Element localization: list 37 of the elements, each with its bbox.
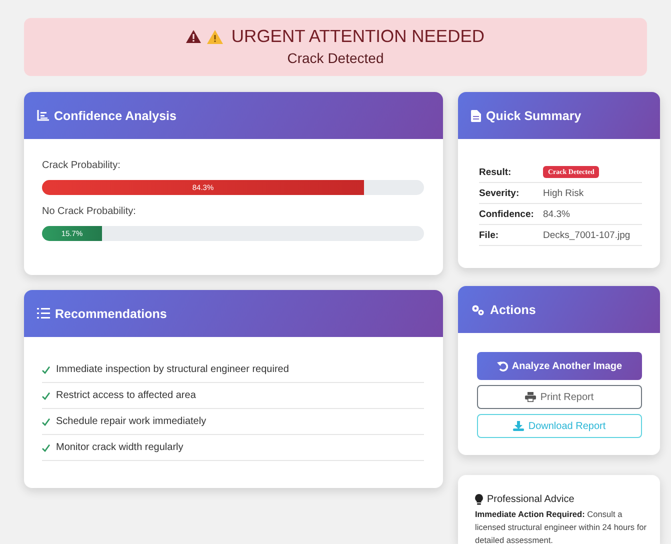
gears-icon — [471, 304, 485, 316]
warning-icon — [207, 30, 224, 44]
advice-title: Professional Advice — [487, 494, 574, 505]
recommendation-text: Schedule repair work immediately — [56, 416, 206, 427]
card-title: Recommendations — [55, 306, 167, 320]
advice-text: Immediate Action Required: Consult a licensed structural engineer within 24 hours for detailed assessment. — [475, 508, 647, 544]
analyze-button[interactable]: Analyze Another Image — [477, 352, 642, 380]
summary-value: Decks_7001-107.jpg — [543, 230, 630, 240]
check-icon — [42, 418, 50, 426]
recommendation-text: Monitor crack width regularly — [56, 442, 184, 453]
card-title: Confidence Analysis — [54, 108, 176, 122]
summary-label: Severity: — [479, 188, 520, 198]
chart-icon — [37, 110, 49, 121]
card-title: Actions — [490, 302, 536, 316]
summary-label: Result: — [479, 166, 512, 178]
warning-icon — [186, 30, 202, 43]
print-button[interactable]: Print Report — [477, 385, 642, 409]
alert-title: URGENT ATTENTION NEEDED — [231, 26, 485, 47]
check-icon — [42, 392, 50, 400]
check-icon — [42, 366, 50, 374]
summary-label: Confidence: — [479, 208, 535, 220]
summary-label: File: — [479, 230, 500, 240]
undo-icon — [496, 360, 508, 372]
summary-value: High Risk — [543, 188, 584, 198]
summary-value: 84.3% — [543, 208, 570, 220]
bar-label: Crack Probability: — [42, 160, 122, 171]
document-icon — [471, 110, 481, 122]
download-icon — [513, 421, 524, 431]
printer-icon — [525, 392, 536, 402]
card-title: Quick Summary — [486, 108, 582, 122]
recommendation-text: Immediate inspection by structural engineer required — [56, 364, 289, 375]
recommendation-text: Restrict access to affected area — [56, 390, 196, 401]
bar-label: No Crack Probability: — [42, 206, 137, 217]
lightbulb-icon — [475, 494, 483, 505]
check-icon — [42, 444, 50, 452]
alert-subtitle: Crack Detected — [287, 50, 384, 66]
list-icon — [37, 308, 50, 319]
